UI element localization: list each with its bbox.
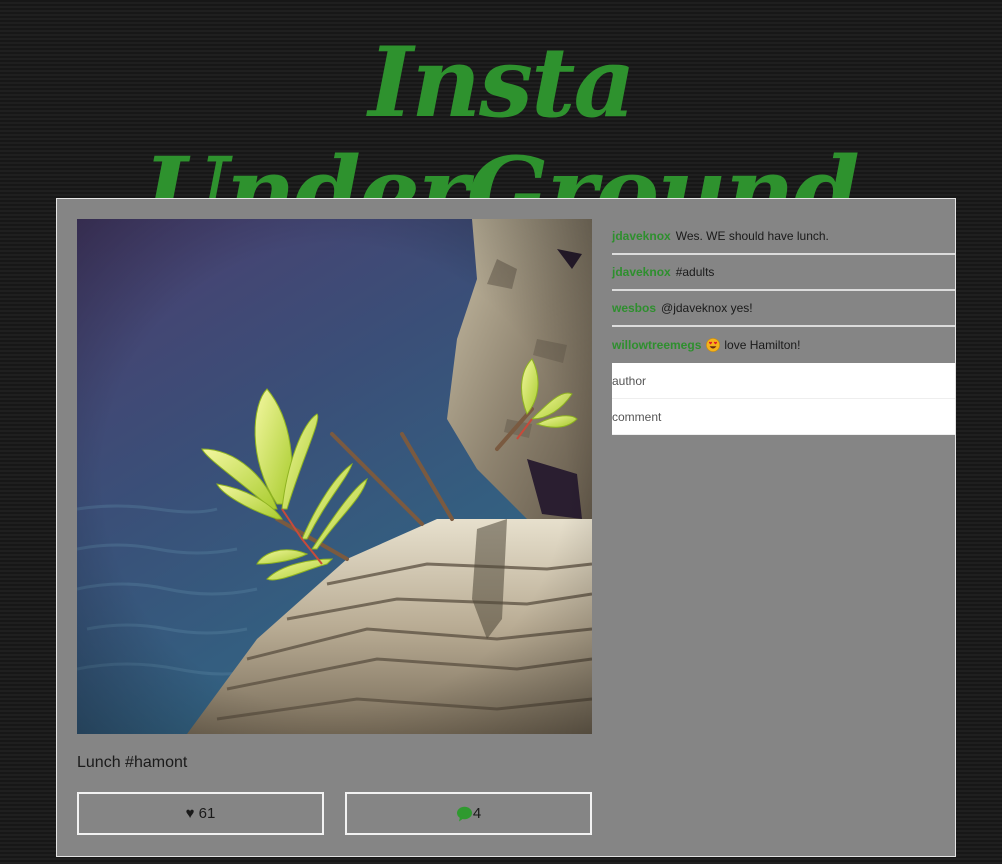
comment-input[interactable] xyxy=(612,399,955,435)
comment-text: #adults xyxy=(675,265,715,279)
comment-item: jdaveknox #adults xyxy=(612,255,955,291)
photo-card: Lunch #hamont ♥ 61 4 jdaveknox Wes. WE s… xyxy=(56,198,956,857)
comment-item: jdaveknox Wes. WE should have lunch. xyxy=(612,219,955,255)
comment-text: Wes. WE should have lunch. xyxy=(675,229,829,243)
heart-eyes-emoji-icon xyxy=(706,338,721,352)
comment-form xyxy=(612,363,955,435)
comment-text: @jdaveknox yes! xyxy=(661,301,753,315)
comment-author[interactable]: jdaveknox xyxy=(612,229,671,243)
comment-text: love Hamilton! xyxy=(724,338,801,352)
comment-item: wesbos @jdaveknox yes! xyxy=(612,291,955,327)
comments-button[interactable]: 4 xyxy=(345,792,592,835)
comment-author[interactable]: jdaveknox xyxy=(612,265,671,279)
author-input[interactable] xyxy=(612,363,955,399)
comment-count: 4 xyxy=(472,805,482,822)
post-caption: Lunch #hamont xyxy=(77,754,188,771)
comments-panel: jdaveknox Wes. WE should have lunch. jda… xyxy=(612,219,955,435)
post-photo[interactable] xyxy=(77,219,592,734)
speech-bubble-icon xyxy=(456,806,472,821)
comment-author[interactable]: willowtreemegs xyxy=(612,338,701,352)
comment-author[interactable]: wesbos xyxy=(612,301,656,315)
like-count: ♥ 61 xyxy=(185,805,216,822)
like-button[interactable]: ♥ 61 xyxy=(77,792,324,835)
comment-item: willowtreemegs love Hamilton! xyxy=(612,327,955,363)
